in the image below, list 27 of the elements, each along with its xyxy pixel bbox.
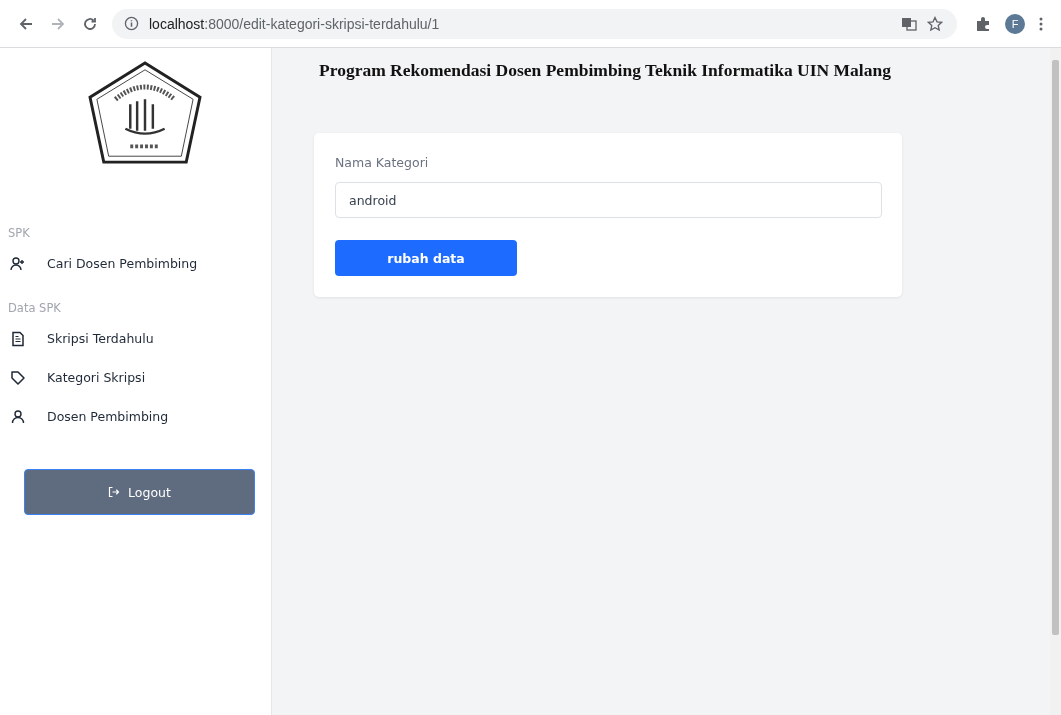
scrollbar[interactable] bbox=[1050, 48, 1061, 715]
logout-icon bbox=[108, 486, 121, 498]
user-plus-icon bbox=[10, 255, 26, 272]
info-icon bbox=[124, 16, 139, 31]
logout-button[interactable]: Logout bbox=[24, 469, 255, 515]
section-heading: Data SPK bbox=[8, 301, 62, 315]
page-title: Program Rekomendasi Dosen Pembimbing Teknik Informatika UIN Malang bbox=[319, 60, 892, 81]
tag-icon bbox=[10, 369, 26, 386]
profile-avatar[interactable]: F bbox=[1005, 13, 1025, 34]
address-bar[interactable]: localhost:8000/edit-kategori-skripsi-terdahulu/1 bbox=[112, 8, 957, 39]
user-icon bbox=[10, 408, 26, 425]
reload-icon[interactable] bbox=[82, 15, 98, 32]
sidebar-link[interactable]: Skripsi Terdahulu bbox=[2, 319, 255, 358]
sidebar-link[interactable]: Cari Dosen Pembimbing bbox=[2, 244, 255, 283]
sidebar-link[interactable]: Dosen Pembimbing bbox=[2, 397, 255, 436]
field-label: Nama Kategori bbox=[335, 155, 430, 170]
document-icon bbox=[10, 330, 26, 347]
url-text: localhost:8000/edit-kategori-skripsi-terdahulu/1 bbox=[149, 15, 440, 32]
section-heading: SPK bbox=[8, 226, 31, 240]
menu-icon[interactable] bbox=[1039, 15, 1043, 32]
star-icon[interactable] bbox=[927, 15, 943, 32]
category-name-field[interactable]: android bbox=[335, 182, 882, 218]
back-icon[interactable] bbox=[18, 15, 34, 32]
translate-icon[interactable] bbox=[901, 15, 917, 32]
puzzle-icon[interactable] bbox=[975, 15, 991, 32]
sidebar-link[interactable]: Kategori Skripsi bbox=[2, 358, 255, 397]
submit-button[interactable]: rubah data bbox=[335, 240, 517, 276]
